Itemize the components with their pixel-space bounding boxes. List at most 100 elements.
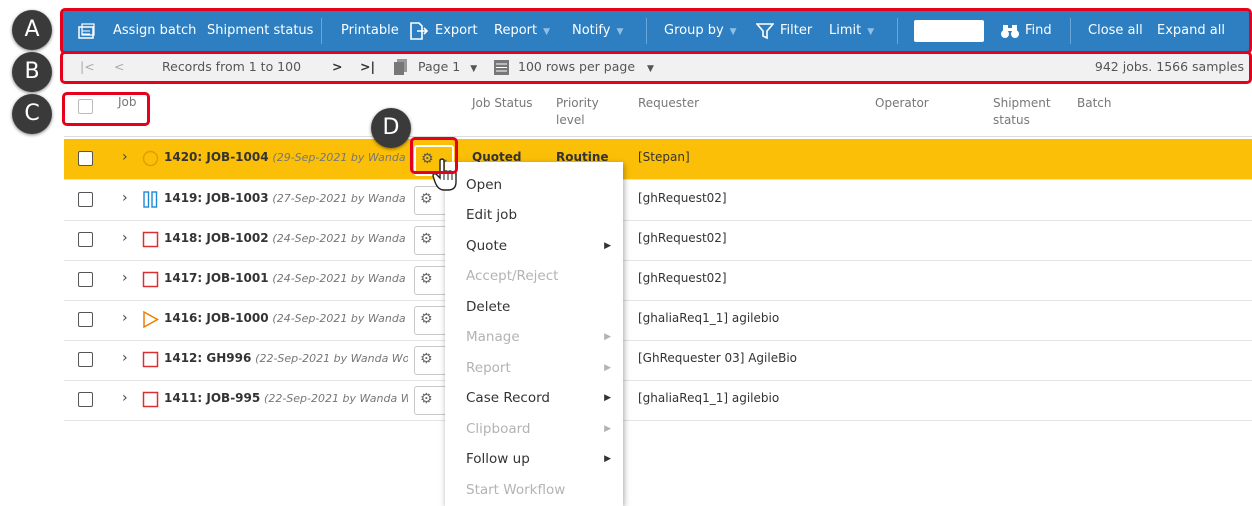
row-checkbox[interactable] (78, 312, 93, 327)
table-row[interactable]: › 1419: JOB-1003 (27-Sep-2021 by Wanda W… (64, 180, 1252, 221)
menu-item-label: Clipboard (466, 421, 531, 437)
callout-badge-d: D (371, 108, 411, 148)
expand-chevron-icon[interactable]: › (122, 230, 128, 246)
menu-item-quote[interactable]: Quote ▶ (445, 231, 623, 261)
col-requester[interactable]: Requester (638, 95, 699, 112)
square-outline-icon (142, 271, 159, 288)
square-outline-icon (142, 231, 159, 248)
menu-item-case-record[interactable]: Case Record ▶ (445, 383, 623, 413)
job-id: 1412: GH996 (164, 351, 252, 365)
expand-chevron-icon[interactable]: › (122, 310, 128, 326)
menu-item-label: Accept/Reject (466, 268, 559, 284)
job-cell[interactable]: 1412: GH996 (22-Sep-2021 by Wanda Wong) (164, 351, 408, 365)
header-divider (64, 136, 1252, 137)
square-outline-icon (142, 391, 159, 408)
job-id: 1416: JOB-1000 (164, 311, 269, 325)
menu-item-label: Delete (466, 299, 511, 315)
menu-item-label: Follow up (466, 451, 530, 467)
menu-item-manage: Manage ▶ (445, 322, 623, 352)
job-id: 1417: JOB-1001 (164, 271, 269, 285)
menu-item-clipboard: Clipboard ▶ (445, 414, 623, 444)
menu-item-label: Quote (466, 238, 508, 254)
expand-chevron-icon[interactable]: › (122, 149, 128, 165)
col-batch[interactable]: Batch (1077, 95, 1112, 112)
job-id: 1419: JOB-1003 (164, 191, 269, 205)
job-meta: (22-Sep-2021 by Wanda Wong) (255, 352, 408, 365)
job-id: 1420: JOB-1004 (164, 150, 269, 164)
job-meta: (22-Sep-2021 by Wanda Wong) (264, 392, 408, 405)
submenu-arrow-icon: ▶ (604, 424, 611, 434)
requester: [ghaliaReq1_1] agilebio (638, 391, 780, 405)
submenu-arrow-icon: ▶ (604, 332, 611, 342)
col-priority[interactable]: Priority level (556, 95, 616, 129)
menu-item-report: Report ▶ (445, 353, 623, 383)
menu-item-label: Edit job (466, 207, 518, 223)
square-outline-icon (142, 351, 159, 368)
row-checkbox[interactable] (78, 352, 93, 367)
menu-item-label: Manage (466, 329, 520, 345)
submenu-arrow-icon: ▶ (604, 454, 611, 464)
col-shipment-status[interactable]: Shipment status (993, 95, 1063, 129)
row-checkbox[interactable] (78, 392, 93, 407)
col-job-status[interactable]: Job Status (472, 95, 533, 112)
menu-item-edit-job[interactable]: Edit job (445, 200, 623, 230)
menu-item-follow-up[interactable]: Follow up ▶ (445, 444, 623, 474)
callout-badge-c: C (12, 94, 52, 134)
submenu-arrow-icon: ▶ (604, 241, 611, 251)
table-row[interactable]: › 1411: JOB-995 (22-Sep-2021 by Wanda Wo… (64, 380, 1252, 421)
menu-item-label: Open (466, 177, 503, 193)
job-meta: (24-Sep-2021 by Wanda Wong (272, 232, 408, 245)
row-checkbox[interactable] (78, 232, 93, 247)
expand-chevron-icon[interactable]: › (122, 390, 128, 406)
circle-outline-icon (142, 150, 159, 167)
job-meta: (24-Sep-2021 by Wanda Wong (272, 272, 408, 285)
row-checkbox[interactable] (78, 151, 93, 166)
job-cell[interactable]: 1419: JOB-1003 (27-Sep-2021 by Wanda Won… (164, 191, 408, 205)
callout-frame-b (60, 51, 1252, 84)
job-cell[interactable]: 1420: JOB-1004 (29-Sep-2021 by Wanda Won (164, 150, 408, 164)
table-row[interactable]: › 1420: JOB-1004 (29-Sep-2021 by Wanda W… (64, 139, 1252, 180)
requester: [GhRequester 03] AgileBio (638, 351, 798, 365)
callout-badge-b: B (12, 52, 52, 92)
table-row[interactable]: › 1418: JOB-1002 (24-Sep-2021 by Wanda W… (64, 220, 1252, 261)
menu-item-label: Start Workflow (466, 482, 566, 498)
job-cell[interactable]: 1411: JOB-995 (22-Sep-2021 by Wanda Wong… (164, 391, 408, 405)
row-context-menu: Open Edit job Quote ▶ Accept/Reject Delet… (445, 162, 623, 506)
row-checkbox[interactable] (78, 192, 93, 207)
callout-badge-a: A (12, 10, 52, 50)
job-meta: (24-Sep-2021 by Wanda Wong (272, 312, 408, 325)
requester: [Stepan] (638, 150, 690, 164)
menu-item-label: Case Record (466, 390, 550, 406)
callout-frame-a (60, 8, 1252, 54)
table-row[interactable]: › 1416: JOB-1000 (24-Sep-2021 by Wanda W… (64, 300, 1252, 341)
requester: [ghRequest02] (638, 271, 727, 285)
row-checkbox[interactable] (78, 272, 93, 287)
col-operator[interactable]: Operator (875, 95, 929, 112)
job-cell[interactable]: 1418: JOB-1002 (24-Sep-2021 by Wanda Won… (164, 231, 408, 245)
pause-icon (143, 191, 158, 208)
menu-item-start-workflow: Start Workflow (445, 475, 623, 505)
submenu-arrow-icon: ▶ (604, 363, 611, 373)
job-meta: (29-Sep-2021 by Wanda Won (272, 151, 408, 164)
expand-chevron-icon[interactable]: › (122, 350, 128, 366)
job-cell[interactable]: 1416: JOB-1000 (24-Sep-2021 by Wanda Won… (164, 311, 408, 325)
requester: [ghRequest02] (638, 231, 727, 245)
job-id: 1411: JOB-995 (164, 391, 261, 405)
job-cell[interactable]: 1417: JOB-1001 (24-Sep-2021 by Wanda Won… (164, 271, 408, 285)
requester: [ghRequest02] (638, 191, 727, 205)
requester: [ghaliaReq1_1] agilebio (638, 311, 780, 325)
expand-chevron-icon[interactable]: › (122, 270, 128, 286)
menu-item-accept-reject: Accept/Reject (445, 261, 623, 291)
callout-frame-d (410, 137, 458, 174)
submenu-arrow-icon: ▶ (604, 393, 611, 403)
table-row[interactable]: › 1417: JOB-1001 (24-Sep-2021 by Wanda W… (64, 260, 1252, 301)
menu-item-label: Report (466, 360, 511, 376)
expand-chevron-icon[interactable]: › (122, 190, 128, 206)
menu-item-open[interactable]: Open (445, 170, 623, 200)
job-meta: (27-Sep-2021 by Wanda Wong (272, 192, 408, 205)
menu-item-delete[interactable]: Delete (445, 292, 623, 322)
play-outline-icon (143, 311, 159, 328)
callout-frame-c (62, 92, 150, 126)
table-row[interactable]: › 1412: GH996 (22-Sep-2021 by Wanda Wong… (64, 340, 1252, 381)
job-id: 1418: JOB-1002 (164, 231, 269, 245)
